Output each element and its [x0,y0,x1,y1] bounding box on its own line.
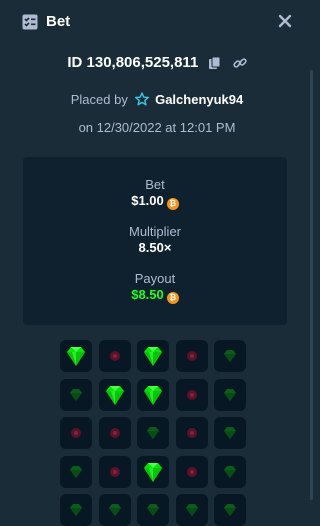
mine-tile [214,417,246,449]
payout-stat: Payout $8.50 ₿ [23,271,287,304]
gem-icon [144,385,162,405]
bitcoin-icon: ₿ [166,292,179,304]
mine-icon [186,351,197,361]
mine-tile [214,494,246,526]
close-icon[interactable] [278,14,292,28]
mine-tile [98,340,131,372]
mine-tile [60,417,92,449]
bet-id-row: ID 130,806,525,811 [0,52,314,74]
multiplier-stat: Multiplier 8.50× [23,224,287,256]
mine-tile [137,494,169,526]
placed-by-label: Placed by [70,92,128,107]
multiplier-label: Multiplier [128,224,181,239]
modal-header: Bet [0,0,314,46]
gem-icon [105,385,124,405]
mine-tile [98,455,131,488]
bet-amount: $1.00 [131,193,164,208]
mine-tile [214,378,246,411]
mines-grid [60,340,250,526]
mine-icon [186,428,197,438]
mine-tile [175,378,208,411]
mine-tile [175,494,208,526]
payout-value-row: $8.50 ₿ [23,287,287,304]
mine-tile [137,378,169,411]
mine-tile [214,455,246,488]
mine-icon [109,466,120,477]
mine-icon [186,466,197,477]
gem-icon [70,465,82,478]
copy-icon[interactable] [208,56,222,70]
mine-icon [186,389,197,400]
gem-icon [224,465,236,478]
gem-icon [108,504,121,516]
bitcoin-icon: ₿ [166,198,179,210]
bet-stat: Bet $1.00 ₿ [23,177,287,210]
star-icon [135,92,150,106]
mine-tile [175,417,208,449]
mine-tile [175,455,208,488]
bet-label: Bet [145,177,165,192]
bet-stats-panel: Bet $1.00 ₿ Multiplier 8.50× Payout $8.50… [23,157,287,325]
mine-tile [98,494,131,526]
payout-label: Payout [134,271,176,286]
bet-date: on 12/30/2022 at 12:01 PM [78,120,236,135]
mine-tile [60,378,92,411]
mine-icon [109,428,120,438]
gem-icon [144,347,162,366]
placed-by: Placed by Galchenyuk94 [0,91,314,109]
mine-tile [98,378,131,411]
modal-title: Bet [46,13,71,30]
gem-icon [67,347,85,366]
gem-icon [147,427,159,439]
mine-icon [71,428,81,438]
bet-id: ID 130,806,525,811 [67,54,199,72]
gem-icon [70,504,82,516]
mine-tile [60,494,92,526]
bet-value-row: $1.00 ₿ [23,193,287,210]
multiplier-value: 8.50× [138,240,172,255]
gem-icon [224,388,236,401]
mine-tile [60,340,92,372]
gem-icon [224,427,236,439]
gem-icon [147,504,159,516]
gem-icon [70,388,82,401]
mine-tile [137,340,169,372]
payout-amount: $8.50 [131,287,164,302]
mine-tile [60,455,92,488]
mine-tile [98,417,131,449]
bet-list-icon [22,14,38,30]
username-link[interactable]: Galchenyuk94 [155,92,243,107]
mine-icon [109,351,120,361]
gem-icon [144,462,162,482]
gem-icon [224,350,236,362]
mine-tile [137,417,169,449]
link-icon[interactable] [232,56,247,70]
gem-icon [185,504,198,516]
gem-icon [224,504,236,516]
mine-tile [214,340,246,372]
mine-tile [175,340,208,372]
mine-tile [137,455,169,488]
